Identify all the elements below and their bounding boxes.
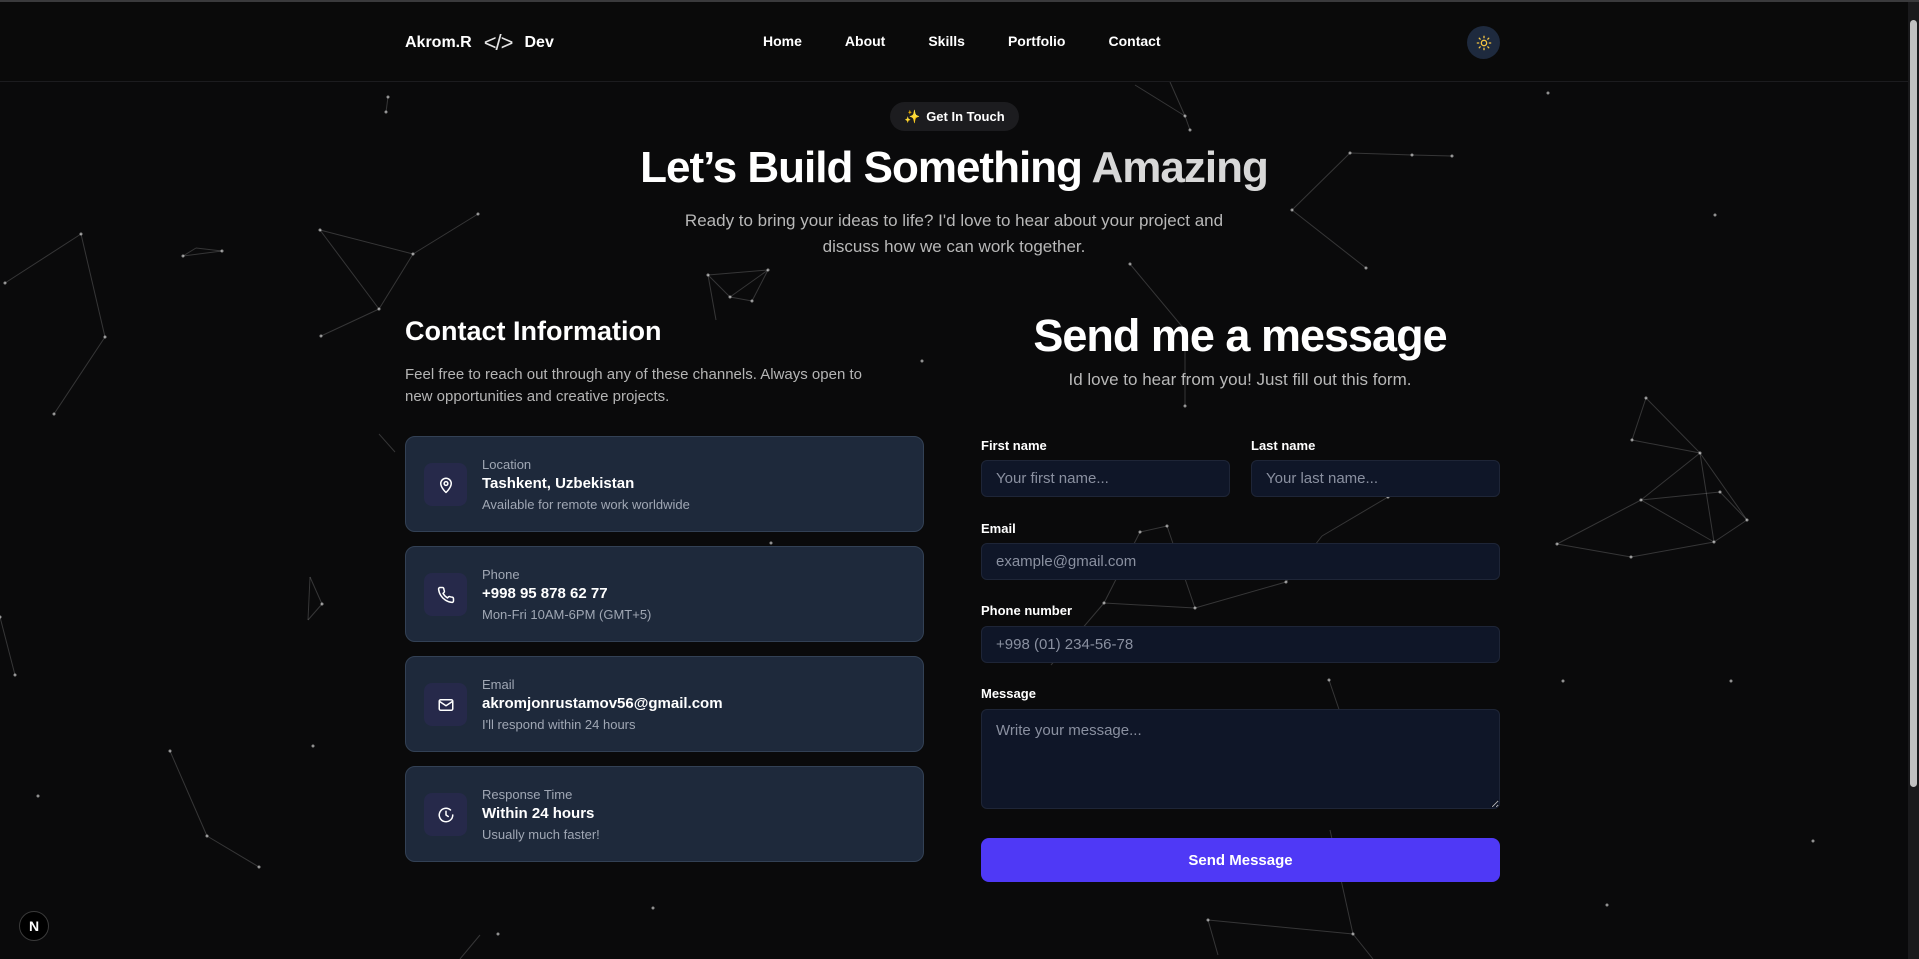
nav-contact[interactable]: Contact	[1108, 33, 1160, 49]
mail-icon	[424, 683, 467, 726]
email-card[interactable]: Email akromjonrustamov56@gmail.com I'll …	[405, 656, 924, 752]
sparkles-icon: ✨	[904, 108, 921, 124]
badge-label: Get In Touch	[926, 109, 1005, 124]
clock-icon	[424, 793, 467, 836]
message-label: Message	[981, 686, 1036, 701]
nav-about[interactable]: About	[845, 33, 885, 49]
page-scrollbar[interactable]	[1908, 2, 1919, 959]
card-label: Location	[482, 457, 532, 472]
card-label: Email	[482, 677, 515, 692]
email-input[interactable]	[981, 543, 1500, 580]
card-value: Within 24 hours	[482, 805, 595, 822]
card-note: I'll respond within 24 hours	[482, 717, 636, 732]
message-textarea[interactable]	[981, 709, 1500, 809]
send-message-button[interactable]: Send Message	[981, 838, 1500, 882]
site-header: Akrom.R </> Dev Home About Skills Portfo…	[0, 2, 1908, 82]
logo-name: Akrom.R	[405, 34, 472, 51]
get-in-touch-badge: ✨ Get In Touch	[890, 102, 1019, 131]
page-title: Let’s Build Something Amazing	[0, 143, 1908, 193]
main-nav: Home About Skills Portfolio Contact	[763, 33, 1161, 49]
card-label: Response Time	[482, 787, 573, 802]
response-time-card: Response Time Within 24 hours Usually mu…	[405, 766, 924, 862]
phone-card[interactable]: Phone +998 95 878 62 77 Mon-Fri 10AM-6PM…	[405, 546, 924, 642]
code-brackets-icon: </>	[483, 30, 514, 55]
nav-portfolio[interactable]: Portfolio	[1008, 33, 1066, 49]
title-accent: Amazing	[1091, 143, 1269, 192]
form-subtitle: Id love to hear from you! Just fill out …	[1068, 370, 1412, 389]
first-name-label: First name	[981, 438, 1047, 453]
form-title: Send me a message	[1033, 310, 1447, 361]
card-label: Phone	[482, 567, 520, 582]
phone-input[interactable]	[981, 626, 1500, 663]
last-name-input[interactable]	[1251, 460, 1500, 497]
card-note: Mon-Fri 10AM-6PM (GMT+5)	[482, 607, 652, 622]
card-value: +998 95 878 62 77	[482, 585, 608, 602]
contact-section: ✨ Get In Touch Let’s Build Something Ama…	[0, 0, 1908, 959]
card-note: Available for remote work worldwide	[482, 497, 690, 512]
location-card: Location Tashkent, Uzbekistan Available …	[405, 436, 924, 532]
nextjs-dev-indicator[interactable]: N	[19, 911, 49, 941]
window-top-border	[0, 0, 1919, 2]
card-value: akromjonrustamov56@gmail.com	[482, 695, 723, 712]
title-main: Let’s Build Something	[640, 143, 1083, 192]
map-pin-icon	[424, 463, 467, 506]
email-label: Email	[981, 521, 1016, 536]
scrollbar-thumb[interactable]	[1910, 20, 1917, 787]
logo-suffix: Dev	[524, 34, 554, 51]
nav-home[interactable]: Home	[763, 33, 802, 49]
phone-label: Phone number	[981, 603, 1073, 618]
last-name-label: Last name	[1251, 438, 1316, 453]
sun-icon	[1476, 35, 1491, 50]
nav-skills[interactable]: Skills	[928, 33, 965, 49]
card-note: Usually much faster!	[482, 827, 600, 842]
card-value: Tashkent, Uzbekistan	[482, 475, 635, 492]
first-name-input[interactable]	[981, 460, 1230, 497]
theme-toggle-button[interactable]	[1467, 26, 1500, 59]
site-logo[interactable]: Akrom.R </> Dev	[405, 30, 554, 56]
contact-info-description: Feel free to reach out through any of th…	[405, 366, 862, 405]
phone-icon	[424, 573, 467, 616]
contact-info-title: Contact Information	[405, 316, 662, 346]
page-subtitle: Ready to bring your ideas to life? I'd l…	[684, 211, 1224, 256]
